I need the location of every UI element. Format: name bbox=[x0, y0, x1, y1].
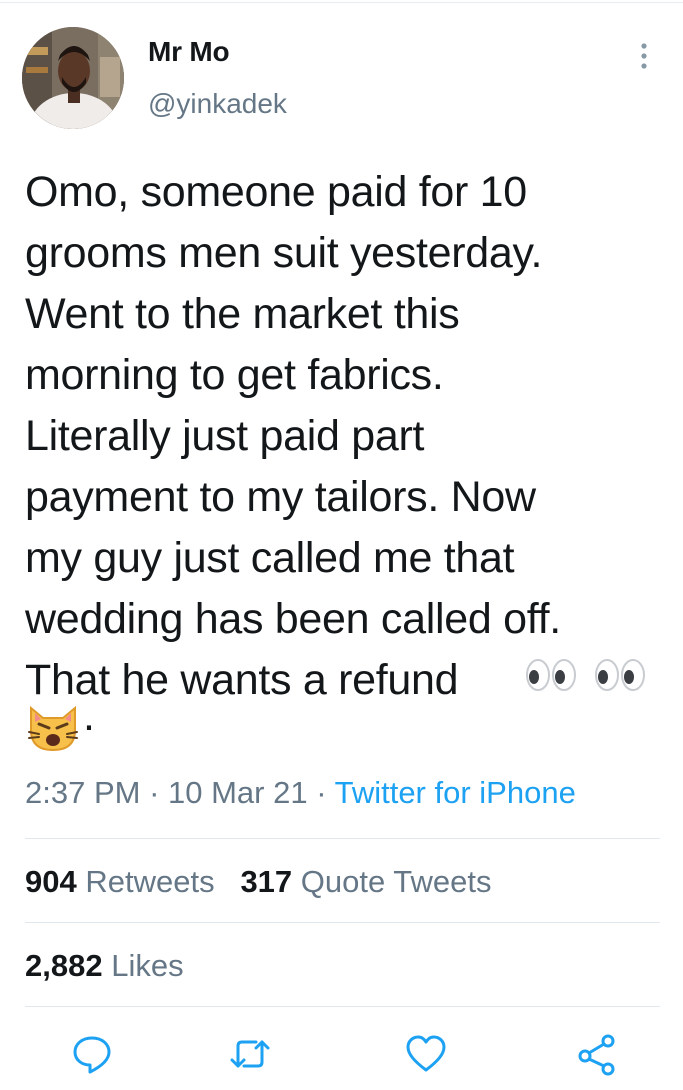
reply-button[interactable] bbox=[70, 1032, 114, 1076]
eyes-emoji-icon bbox=[595, 659, 645, 691]
action-bar bbox=[0, 1020, 683, 1080]
tweet-time: 2:37 PM bbox=[25, 775, 141, 810]
more-options-button[interactable] bbox=[626, 38, 662, 74]
divider bbox=[25, 838, 660, 839]
top-divider bbox=[0, 2, 683, 3]
retweets-stat[interactable]: 904 Retweets bbox=[25, 864, 215, 899]
engagement-stats: 904 Retweets 317 Quote Tweets bbox=[25, 864, 492, 900]
heart-icon bbox=[406, 1035, 446, 1072]
likes-count: 2,882 bbox=[25, 948, 103, 983]
likes-label: Likes bbox=[111, 948, 184, 983]
retweet-button[interactable] bbox=[228, 1032, 272, 1076]
user-handle[interactable]: @yinkadek bbox=[148, 88, 287, 120]
tweet-source-link[interactable]: Twitter for iPhone bbox=[335, 775, 576, 810]
divider bbox=[25, 922, 660, 923]
retweets-count: 904 bbox=[25, 864, 77, 899]
avatar[interactable] bbox=[22, 27, 124, 129]
likes-stat[interactable]: 2,882 Likes bbox=[25, 948, 184, 983]
divider bbox=[25, 1006, 660, 1007]
tweet-trailing-text: . bbox=[83, 692, 95, 740]
display-name[interactable]: Mr Mo bbox=[148, 36, 230, 68]
meta-separator: · bbox=[307, 775, 335, 810]
retweets-label: Retweets bbox=[85, 864, 215, 899]
tweet-meta: 2:37 PM · 10 Mar 21 · Twitter for iPhone bbox=[25, 775, 576, 811]
share-icon bbox=[578, 1034, 615, 1076]
reply-icon bbox=[73, 1036, 111, 1074]
weary-cat-face-icon bbox=[28, 705, 78, 752]
quote-tweets-label: Quote Tweets bbox=[300, 864, 492, 899]
eyes-emoji-icon bbox=[526, 659, 576, 691]
more-vertical-icon bbox=[641, 43, 647, 69]
quote-tweets-count: 317 bbox=[240, 864, 293, 899]
meta-separator: · bbox=[140, 775, 169, 810]
quote-tweets-stat[interactable]: 317 Quote Tweets bbox=[240, 864, 491, 899]
likes-stats: 2,882 Likes bbox=[25, 948, 184, 984]
like-button[interactable] bbox=[404, 1032, 448, 1076]
retweet-icon bbox=[230, 1040, 270, 1068]
tweet-detail: Mr Mo @yinkadek Omo, someone paid for 10… bbox=[0, 0, 683, 1090]
tweet-date: 10 Mar 21 bbox=[168, 775, 308, 810]
share-button[interactable] bbox=[575, 1032, 619, 1076]
tweet-text: Omo, someone paid for 10 grooms men suit… bbox=[25, 168, 561, 704]
